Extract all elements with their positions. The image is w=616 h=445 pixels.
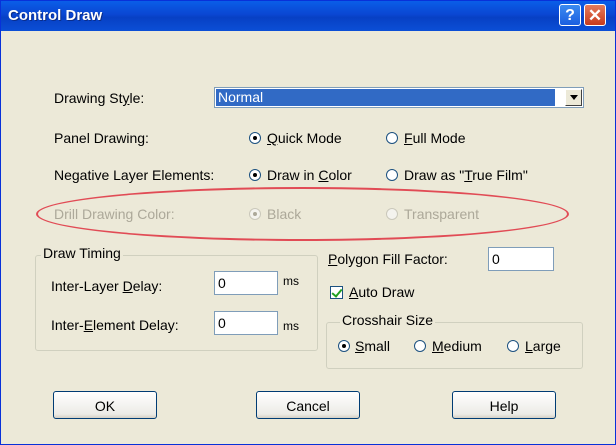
label-accel: Q <box>267 130 278 146</box>
close-icon[interactable]: ✕ <box>584 4 606 26</box>
chevron-down-icon[interactable] <box>565 89 582 106</box>
draw-in-color-label[interactable]: Draw in Color <box>267 167 352 183</box>
drawing-style-value: Normal <box>216 89 555 106</box>
label-part: ull Mode <box>412 130 466 146</box>
window-title: Control Draw <box>8 7 103 24</box>
label-part: olor <box>328 167 352 183</box>
inter-element-delay-input[interactable]: 0 <box>214 311 278 335</box>
quick-mode-radio[interactable] <box>249 132 261 144</box>
crosshair-large-radio[interactable] <box>507 340 519 352</box>
label-part: le: <box>129 90 145 106</box>
inter-layer-delay-unit: ms <box>283 274 299 288</box>
draw-as-true-film-radio[interactable] <box>386 169 398 181</box>
label-part: Draw as " <box>404 167 465 183</box>
label-part: Drawing St <box>54 90 123 106</box>
label-part: elay: <box>132 278 163 294</box>
polygon-fill-label: Polygon Fill Factor: <box>328 251 448 267</box>
label-part: olygon Fill Factor: <box>337 251 448 267</box>
inter-layer-delay-label: Inter-Layer Delay: <box>51 278 162 294</box>
label-accel: L <box>525 338 533 354</box>
crosshair-small-radio[interactable] <box>338 340 350 352</box>
crosshair-medium-radio[interactable] <box>414 340 426 352</box>
label-part: arge <box>532 338 561 354</box>
draw-as-true-film-label[interactable]: Draw as "True Film" <box>404 167 528 183</box>
crosshair-large-label[interactable]: Large <box>525 338 561 354</box>
label-part: lement Delay: <box>93 317 179 333</box>
label-part: Inter-Layer <box>51 278 123 294</box>
negative-layer-label: Negative Layer Elements: <box>54 167 215 183</box>
label-part: uick Mode <box>277 130 342 146</box>
full-mode-radio[interactable] <box>386 132 398 144</box>
auto-draw-checkbox[interactable] <box>330 286 343 299</box>
label-accel: D <box>122 278 133 294</box>
label-part: rue Film" <box>472 167 528 183</box>
auto-draw-label[interactable]: Auto Draw <box>349 284 414 300</box>
quick-mode-label[interactable]: Quick Mode <box>267 130 342 146</box>
cancel-button[interactable]: Cancel <box>256 391 360 419</box>
help-icon[interactable]: ? <box>559 4 581 26</box>
label-accel: S <box>355 338 365 354</box>
inter-element-delay-unit: ms <box>283 319 299 333</box>
label-part: uto Draw <box>358 284 415 300</box>
draw-timing-legend: Draw Timing <box>41 245 123 261</box>
polygon-fill-input[interactable]: 0 <box>488 247 554 271</box>
label-part: mall <box>364 338 391 354</box>
ok-button[interactable]: OK <box>53 391 157 419</box>
highlight-ellipse <box>36 187 569 241</box>
label-part: Draw in <box>267 167 319 183</box>
draw-in-color-radio[interactable] <box>249 169 261 181</box>
label-part: Inter- <box>51 317 84 333</box>
control-draw-dialog: Control Draw ? ✕ Drawing Style: Normal P… <box>0 0 616 445</box>
draw-timing-group <box>35 255 318 351</box>
label-accel: A <box>349 284 359 300</box>
drawing-style-label: Drawing Style: <box>54 90 144 106</box>
label-part: edium <box>443 338 482 354</box>
panel-drawing-label: Panel Drawing: <box>54 130 149 146</box>
inter-element-delay-label: Inter-Element Delay: <box>51 317 179 333</box>
crosshair-small-label[interactable]: Small <box>355 338 390 354</box>
label-accel: F <box>404 130 413 146</box>
drawing-style-select[interactable]: Normal <box>214 87 584 108</box>
full-mode-label[interactable]: Full Mode <box>404 130 465 146</box>
label-accel: M <box>432 338 444 354</box>
inter-layer-delay-input[interactable]: 0 <box>214 271 278 295</box>
crosshair-size-legend: Crosshair Size <box>340 312 436 328</box>
label-accel: C <box>318 167 329 183</box>
label-accel: E <box>83 317 94 333</box>
crosshair-medium-label[interactable]: Medium <box>432 338 482 354</box>
help-button[interactable]: Help <box>452 391 556 419</box>
label-accel: P <box>328 251 338 267</box>
title-bar: Control Draw ? ✕ <box>1 1 615 31</box>
